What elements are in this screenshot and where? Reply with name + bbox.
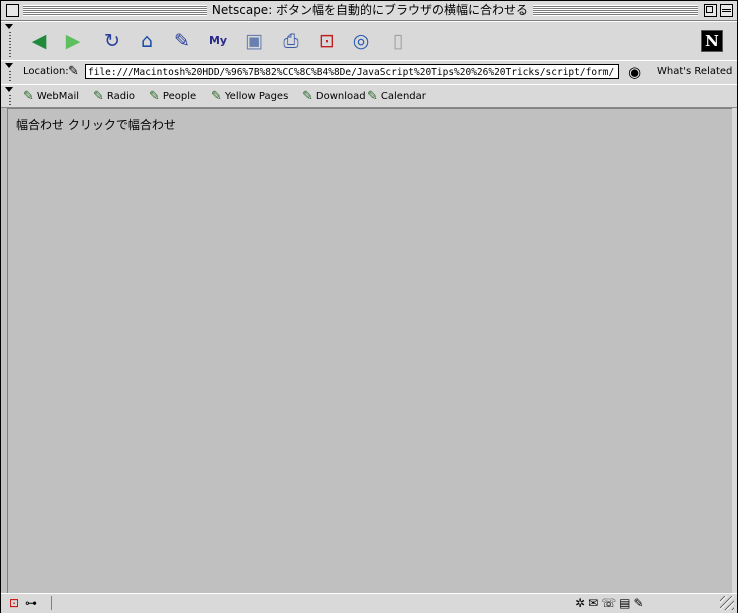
bookmark-webmail[interactable]: ✎ WebMail [23,89,79,104]
collapse-box-icon[interactable] [720,4,733,17]
back-arrow-icon: ◀ [31,30,47,52]
status-message [51,596,572,610]
location-label: Location: [23,66,69,77]
title-stripes-left [23,5,207,16]
close-box-icon[interactable] [6,4,19,17]
bookmark-icon: ✎ [149,89,160,104]
edit-icon[interactable]: ✎ [633,596,643,610]
print-icon: ⎙ [283,30,299,52]
stop-icon: ▯ [392,30,404,52]
connection-status-icon: ⊶ [25,596,37,610]
toolbar-collapse-grip[interactable] [5,24,14,58]
bookmark-calendar[interactable]: ✎ Calendar [367,89,426,104]
mail-icon[interactable]: ✉ [588,596,598,610]
content-edge [732,108,737,593]
page-proxy-icon[interactable]: ✎ [68,64,79,79]
page-content: 幅合わせ クリックで幅合わせ [7,108,732,593]
bookmark-radio[interactable]: ✎ Radio [93,89,135,104]
reload-button[interactable]: ↻ [98,27,126,55]
forward-button[interactable]: ▶ [59,27,87,55]
search-icon: ✎ [174,30,190,52]
personal-collapse-grip[interactable] [5,87,14,105]
title-stripes-right [533,5,698,16]
security-lock-icon: ⊡ [319,30,335,52]
location-toolbar: Location: ✎ file:///Macintosh%20HDD/%96%… [1,60,737,85]
forward-arrow-icon: ▶ [65,30,81,52]
whats-related-icon[interactable]: ◉ [628,63,641,81]
bookmark-download[interactable]: ✎ Download [302,89,366,104]
navigation-toolbar: ◀ ▶ ↻ ⌂ ✎ My ▣ ⎙ ⊡ ◎ ▯ N [1,21,737,61]
resize-grip-icon[interactable] [720,596,734,610]
title-bar[interactable]: Netscape: ボタン幅を自動的にブラウザの横幅に合わせる [1,1,737,21]
bookmark-icon: ✎ [211,89,222,104]
my-netscape-button[interactable]: My [204,27,232,55]
status-bar: ⊡ ⊶ ✲ ✉ ☏ ▤ ✎ [1,593,737,613]
images-icon: ▣ [245,30,263,52]
location-collapse-grip[interactable] [5,63,14,82]
images-button[interactable]: ▣ [240,27,268,55]
component-bar: ✲ ✉ ☏ ▤ ✎ [575,596,644,610]
location-url-input[interactable]: file:///Macintosh%20HDD/%96%7B%82%CC%8C%… [85,64,619,79]
discussion-icon[interactable]: ☏ [601,596,616,610]
home-icon: ⌂ [140,30,154,52]
security-status-icon[interactable]: ⊡ [9,596,19,610]
composer-icon[interactable]: ▤ [619,596,630,610]
bookmark-icon: ✎ [367,89,378,104]
shop-button[interactable]: ◎ [347,27,375,55]
reload-icon: ↻ [104,30,120,52]
netscape-logo-icon[interactable]: N [701,30,723,52]
bookmark-icon: ✎ [23,89,34,104]
page-text[interactable]: 幅合わせ クリックで幅合わせ [16,116,176,133]
bookmark-icon: ✎ [302,89,313,104]
print-button[interactable]: ⎙ [277,27,305,55]
browser-window: Netscape: ボタン幅を自動的にブラウザの横幅に合わせる ◀ ▶ ↻ ⌂ … [0,0,738,613]
navigator-icon[interactable]: ✲ [575,596,585,610]
bookmark-yellow-pages[interactable]: ✎ Yellow Pages [211,89,288,104]
back-button[interactable]: ◀ [25,27,53,55]
zoom-box-icon[interactable] [704,4,717,17]
bookmark-icon: ✎ [93,89,104,104]
search-button[interactable]: ✎ [168,27,196,55]
whats-related-button[interactable]: What's Related [657,66,732,77]
home-button[interactable]: ⌂ [133,27,161,55]
bookmark-people[interactable]: ✎ People [149,89,196,104]
shop-icon: ◎ [352,30,370,52]
my-netscape-icon: My [208,34,228,47]
window-title: Netscape: ボタン幅を自動的にブラウザの横幅に合わせる [207,3,533,18]
personal-toolbar: ✎ WebMail ✎ Radio ✎ People ✎ Yellow Pages ✎ D… [1,84,737,108]
security-button[interactable]: ⊡ [313,27,341,55]
stop-button[interactable]: ▯ [384,27,412,55]
